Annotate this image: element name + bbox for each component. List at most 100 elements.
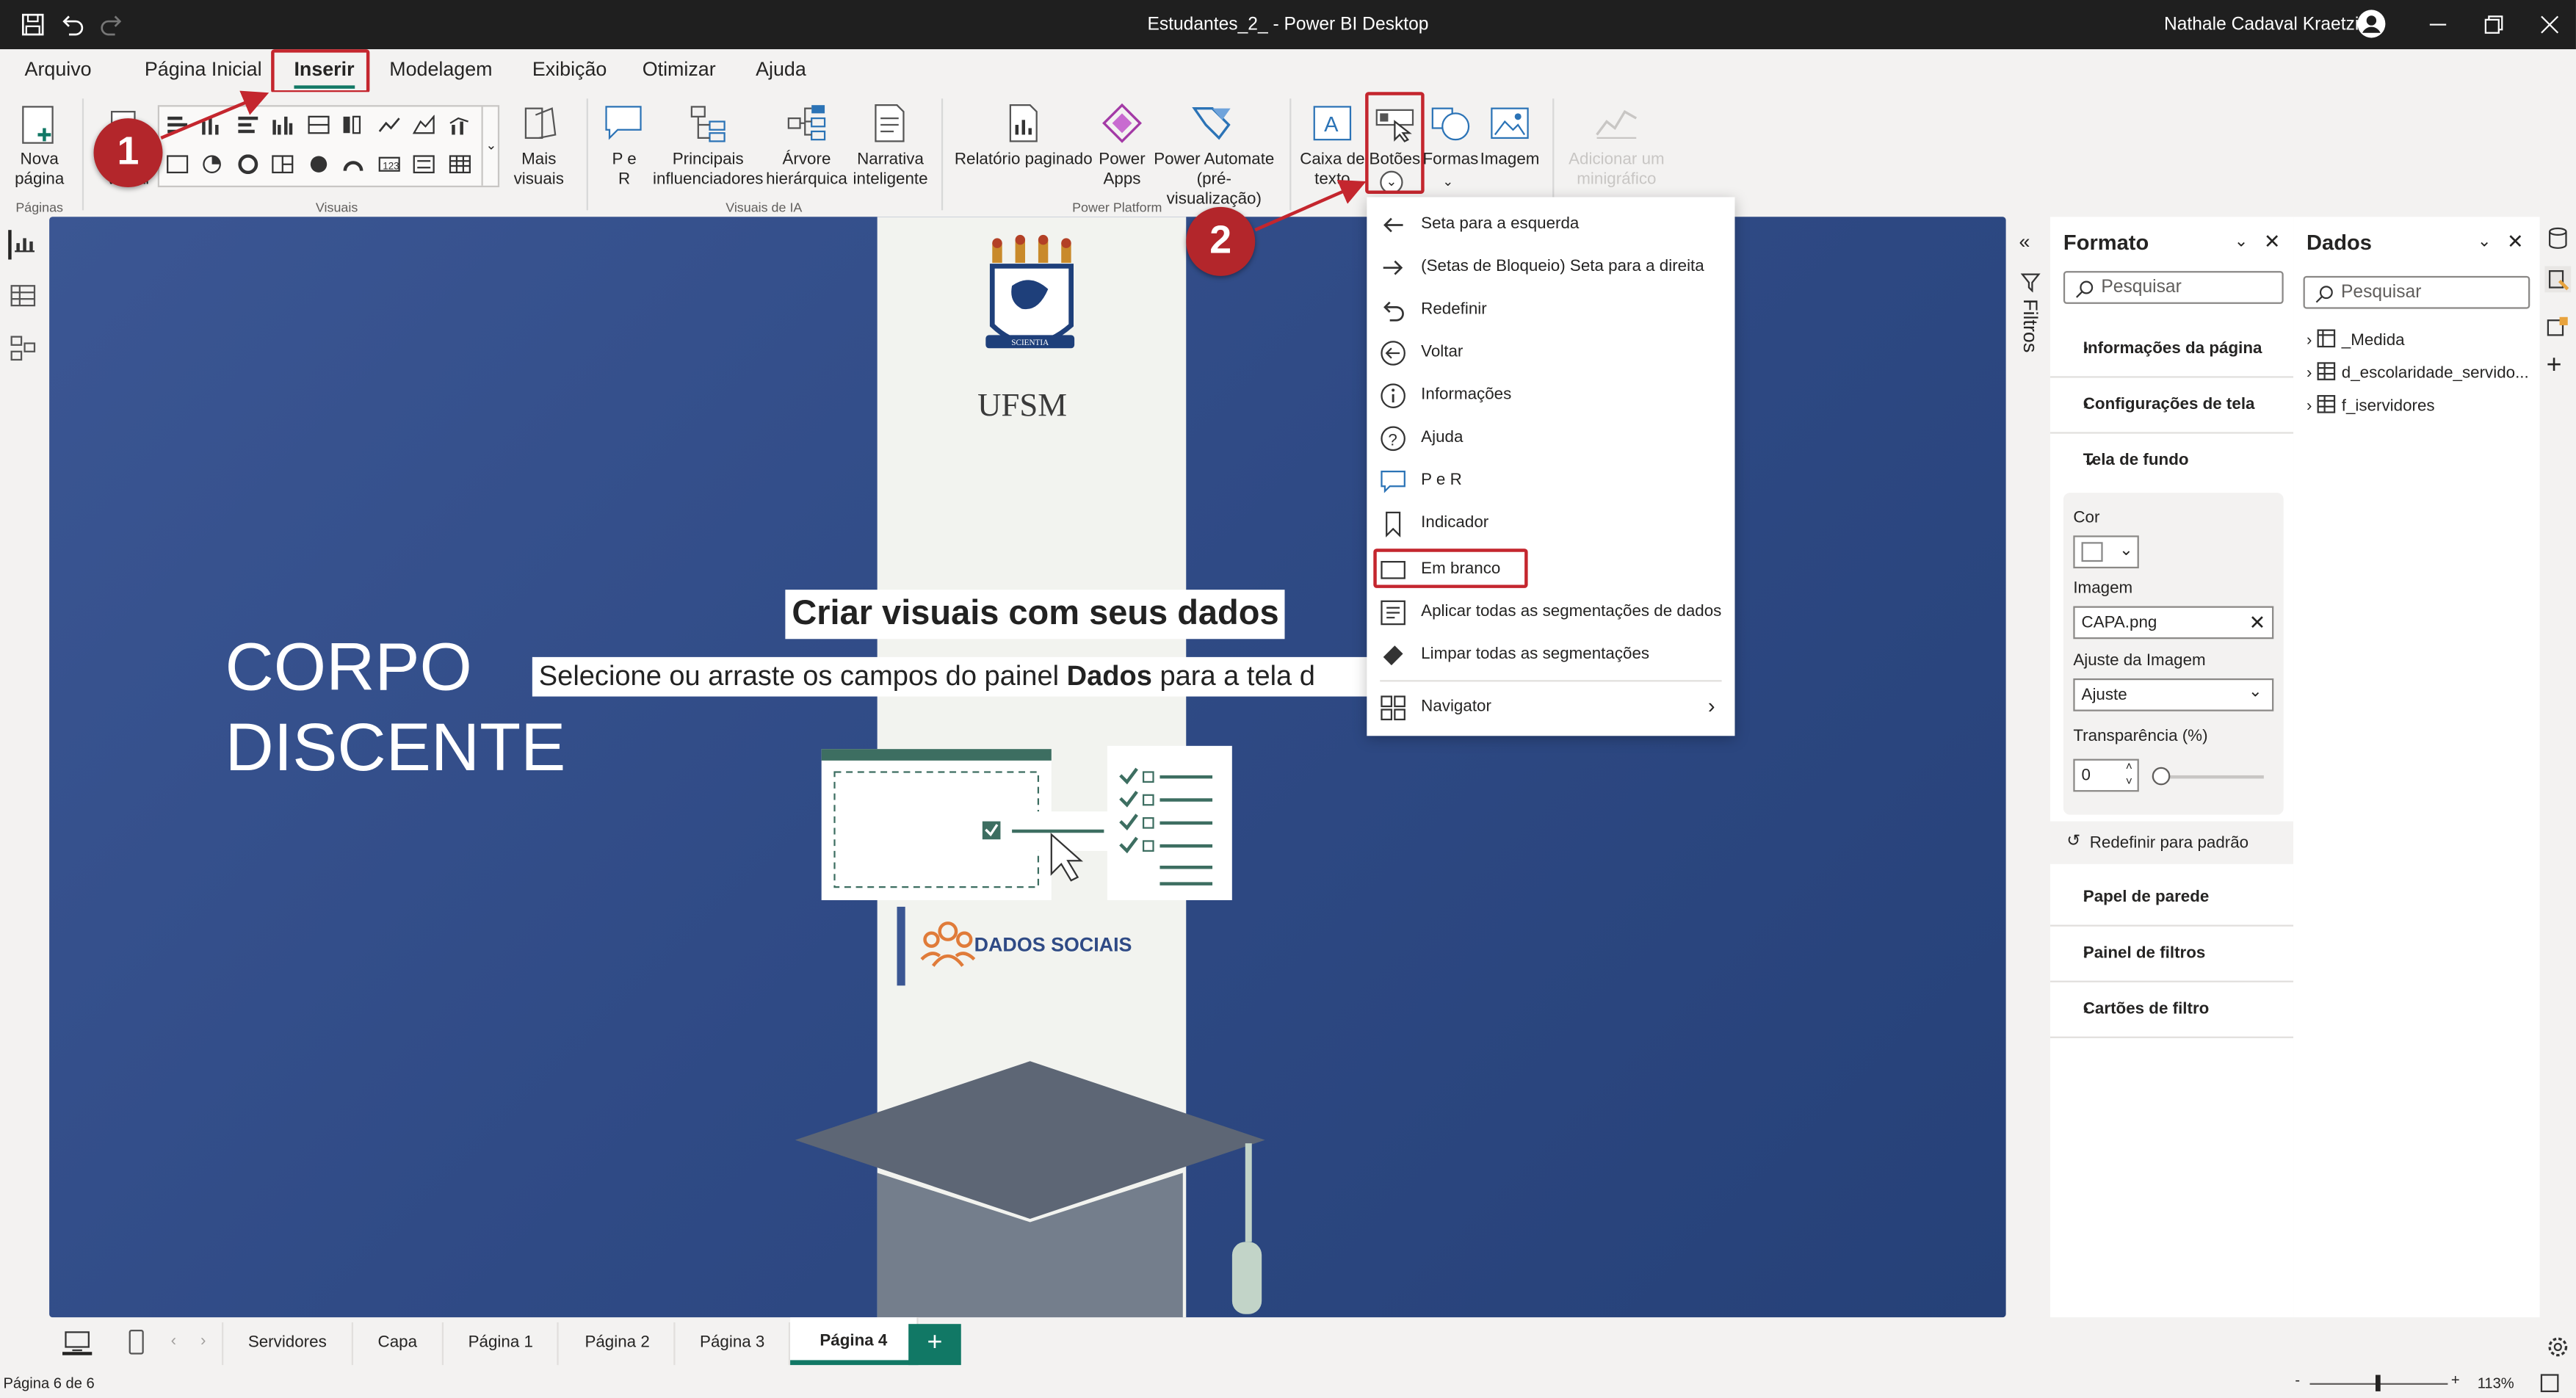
add-pane-icon[interactable]: +	[2547, 352, 2562, 379]
report-view-icon[interactable]	[8, 230, 37, 260]
reset-default-button[interactable]: ↺ Redefinir para padrão	[2050, 821, 2294, 864]
menu-item-indicador[interactable]: Indicador	[1367, 503, 1734, 546]
menu-item-voltar[interactable]: Voltar	[1367, 332, 1734, 374]
data-table-medida[interactable]: › _Medida	[2307, 328, 2536, 355]
stacked-bar-icon[interactable]	[166, 115, 189, 135]
power-automate-icon[interactable]	[1190, 102, 1236, 145]
line-chart-icon[interactable]	[378, 115, 401, 135]
data-pane-icon[interactable]	[2547, 227, 2569, 250]
menu-ajuda[interactable]: Ajuda	[756, 57, 806, 80]
zoom-slider-thumb[interactable]	[2375, 1375, 2381, 1391]
paginated-report-label[interactable]: Relatório paginado	[949, 151, 1097, 171]
100-bar-icon[interactable]	[307, 115, 330, 135]
section-tela-de-fundo[interactable]: ⌄ Tela de fundo	[2050, 434, 2293, 490]
qa-visual-label[interactable]: P e R	[601, 151, 648, 191]
format-search-input[interactable]: Pesquisar	[2063, 271, 2284, 304]
tab-servidores[interactable]: Servidores	[222, 1322, 353, 1366]
zoom-level[interactable]: 113%	[2478, 1375, 2514, 1391]
shapes-icon[interactable]	[1429, 102, 1472, 145]
settings-gear-icon[interactable]	[2544, 1334, 2571, 1361]
section-informacoes-pagina[interactable]: › Informações da página	[2050, 322, 2294, 378]
avatar[interactable]	[2357, 10, 2386, 38]
model-view-icon[interactable]	[10, 335, 36, 361]
image-label[interactable]: Imagem	[1475, 151, 1544, 171]
clustered-bar-icon[interactable]	[236, 115, 259, 135]
minimize-icon[interactable]	[2426, 13, 2449, 36]
more-visuals-icon[interactable]	[519, 102, 562, 148]
table-icon[interactable]	[449, 154, 471, 174]
pie-chart-icon[interactable]	[200, 154, 223, 174]
data-search-input[interactable]: Pesquisar	[2303, 275, 2530, 309]
tab-pagina-1[interactable]: Página 1	[444, 1322, 560, 1366]
tab-capa[interactable]: Capa	[353, 1322, 444, 1366]
menu-item-limpar[interactable]: Limpar todas as segmentações	[1367, 634, 1734, 677]
smart-narrative-icon[interactable]	[867, 102, 910, 145]
menu-exibicao[interactable]: Exibição	[532, 57, 607, 80]
tab-scroll-right-icon[interactable]: ›	[200, 1332, 206, 1350]
image-fit-select[interactable]: Ajuste ⌄	[2073, 678, 2274, 711]
zoom-out-icon[interactable]: -	[2295, 1372, 2300, 1388]
visuals-gallery[interactable]: 123 ⌄	[157, 105, 500, 188]
collapse-format-icon[interactable]: ⌄	[2235, 233, 2248, 252]
close-format-icon[interactable]: ✕	[2264, 230, 2281, 253]
tab-pagina-4[interactable]: Página 4	[790, 1317, 919, 1366]
decomposition-tree-icon[interactable]	[785, 102, 828, 145]
slider-thumb[interactable]	[2152, 767, 2171, 786]
map-icon[interactable]	[307, 154, 330, 174]
filters-label[interactable]: Filtros	[2019, 299, 2042, 352]
transparency-input[interactable]: 0 ˄ ˅	[2073, 758, 2139, 792]
menu-item-ajuda[interactable]: ? Ajuda	[1367, 417, 1734, 460]
text-box-label[interactable]: Caixa de texto	[1298, 151, 1367, 191]
clear-image-icon[interactable]: ✕	[2249, 611, 2266, 634]
data-table-servidores[interactable]: › f_iservidores	[2307, 394, 2536, 421]
key-influencers-icon[interactable]	[687, 102, 729, 145]
stacked-column-icon[interactable]	[200, 115, 223, 135]
qa-visual-icon[interactable]	[603, 102, 645, 145]
zoom-in-icon[interactable]: +	[2451, 1372, 2460, 1388]
menu-item-seta-esquerda[interactable]: Seta para a esquerda	[1367, 203, 1734, 246]
menu-item-aplicar[interactable]: Aplicar todas as segmentações de dados	[1367, 591, 1734, 634]
paginated-report-icon[interactable]	[1002, 102, 1045, 145]
new-page-icon[interactable]	[16, 102, 62, 148]
expand-filters-icon[interactable]: «	[2019, 230, 2030, 253]
ribbon-chart-icon[interactable]	[166, 154, 189, 174]
mobile-layout-icon[interactable]	[126, 1329, 146, 1355]
section-papel-de-parede[interactable]: › Papel de parede	[2050, 871, 2294, 927]
treemap-icon[interactable]	[271, 154, 294, 174]
table-view-icon[interactable]	[10, 283, 36, 309]
format-pane-icon[interactable]	[2544, 266, 2572, 293]
power-apps-label[interactable]: Power Apps	[1091, 151, 1154, 191]
section-cartoes-filtro[interactable]: › Cartões de filtro	[2050, 982, 2294, 1038]
color-picker[interactable]: ⌄	[2073, 535, 2139, 569]
card-icon[interactable]: 123	[378, 154, 401, 174]
close-icon[interactable]	[2538, 13, 2561, 36]
clustered-column-icon[interactable]	[271, 115, 294, 135]
section-painel-filtros[interactable]: › Painel de filtros	[2050, 927, 2294, 982]
menu-modelagem[interactable]: Modelagem	[389, 57, 492, 80]
power-apps-icon[interactable]	[1101, 102, 1143, 145]
tab-pagina-3[interactable]: Página 3	[675, 1322, 792, 1366]
smart-narrative-label[interactable]: Narrativa inteligente	[847, 151, 933, 191]
section-configuracoes-tela[interactable]: › Configurações de tela	[2050, 378, 2294, 434]
decomposition-tree-label[interactable]: Árvore hierárquica	[766, 151, 848, 191]
new-page-label[interactable]: Nova página	[3, 151, 75, 191]
collapse-data-icon[interactable]: ⌄	[2478, 233, 2492, 252]
menu-otimizar[interactable]: Otimizar	[643, 57, 716, 80]
key-influencers-label[interactable]: Principais influenciadores	[651, 151, 766, 191]
restore-icon[interactable]	[2482, 13, 2505, 36]
filters-pane-collapsed[interactable]: « Filtros	[2011, 217, 2051, 1318]
data-table-escolaridade[interactable]: › d_escolaridade_servido...	[2307, 361, 2536, 388]
menu-item-seta-direita[interactable]: (Setas de Bloqueio) Seta para a direita	[1367, 247, 1734, 289]
more-visuals-label[interactable]: Mais visuais	[506, 151, 571, 191]
menu-pagina-inicial[interactable]: Página Inicial	[145, 57, 262, 80]
desktop-layout-icon[interactable]	[62, 1329, 93, 1355]
line-column-icon[interactable]	[449, 115, 471, 135]
image-file-field[interactable]: CAPA.png ✕	[2073, 606, 2274, 640]
menu-item-per[interactable]: P e R	[1367, 460, 1734, 502]
visualizations-icon[interactable]	[2547, 316, 2569, 338]
text-box-icon[interactable]: A	[1311, 102, 1353, 145]
donut-chart-icon[interactable]	[236, 154, 259, 175]
kpi-icon[interactable]	[413, 154, 435, 174]
tab-scroll-left-icon[interactable]: ‹	[171, 1332, 176, 1350]
menu-item-navigator[interactable]: Navigator ›	[1367, 687, 1734, 729]
